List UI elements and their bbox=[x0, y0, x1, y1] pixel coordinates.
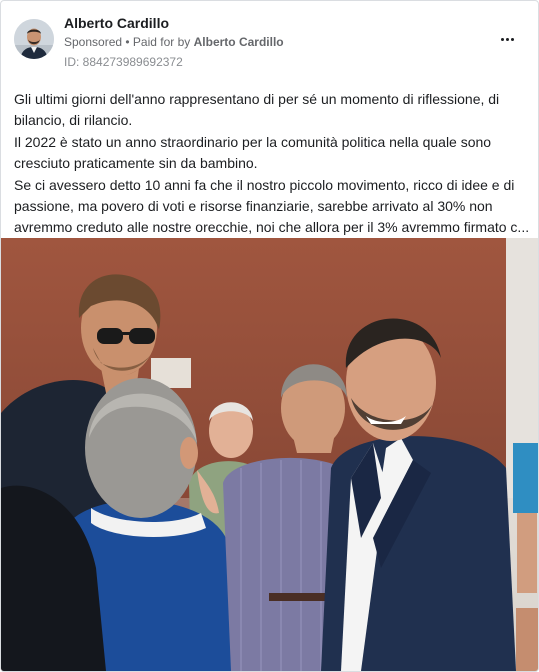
paid-for-prefix: • Paid for by bbox=[122, 35, 194, 49]
ad-id: ID: 884273989692372 bbox=[64, 55, 183, 69]
post-body-line: Il 2022 è stato un anno straordinario pe… bbox=[14, 133, 492, 150]
paid-by-name[interactable]: Alberto Cardillo bbox=[194, 35, 284, 49]
post-body-line[interactable]: avremmo creduto alle nostre orecchie, no… bbox=[14, 217, 530, 238]
sponsored-label: Sponsored bbox=[64, 35, 123, 49]
post-photo[interactable] bbox=[1, 238, 538, 671]
post-body-line: passione, ma povero di voti e risorse fi… bbox=[14, 198, 493, 215]
author-name[interactable]: Alberto Cardillo bbox=[64, 15, 169, 31]
post-body-line: cresciuto praticamente sin da bambino. bbox=[14, 155, 258, 172]
ad-post-card: Alberto Cardillo Sponsored • Paid for by… bbox=[0, 0, 539, 672]
post-body: Gli ultimi giorni dell'anno rappresentan… bbox=[14, 89, 530, 239]
post-body-line: Se ci avessero detto 10 anni fa che il n… bbox=[14, 176, 515, 193]
post-body-line: bilancio, di rilancio. bbox=[14, 112, 133, 129]
post-header: Alberto Cardillo Sponsored • Paid for by… bbox=[1, 1, 538, 81]
sponsored-line: Sponsored • Paid for by Alberto Cardillo bbox=[64, 35, 284, 49]
avatar[interactable] bbox=[14, 19, 54, 59]
post-body-line: Gli ultimi giorni dell'anno rappresentan… bbox=[14, 91, 500, 107]
more-options-icon[interactable] bbox=[493, 29, 521, 49]
